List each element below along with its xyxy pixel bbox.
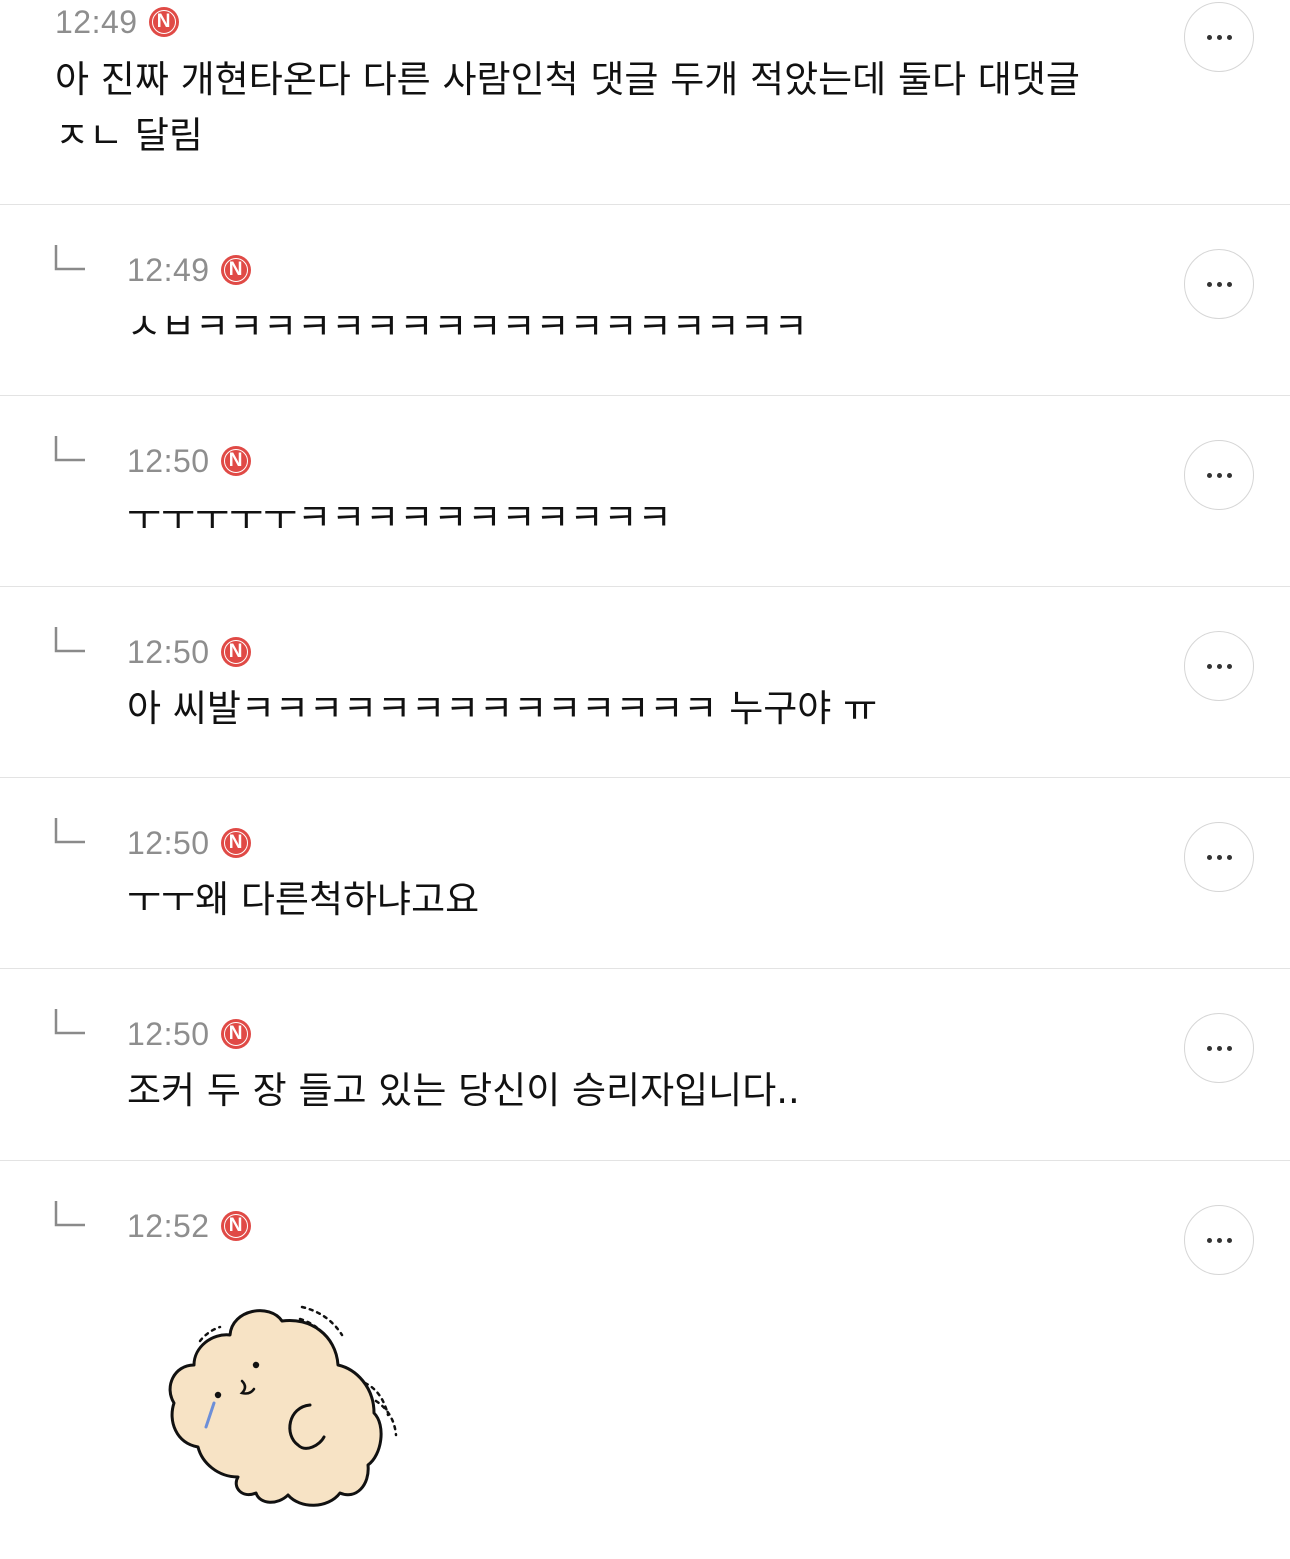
comment-text: 조커 두 장 들고 있는 당신이 승리자입니다.. (127, 1069, 800, 1112)
reply-item: 12:50 N ㅜㅜ왜 다른척하냐고요 (0, 778, 1290, 969)
reply-item: 12:50 N 조커 두 장 들고 있는 당신이 승리자입니다.. (0, 969, 1290, 1161)
comment-meta: 12:49 N (55, 4, 179, 40)
comment-meta: 12:52 N (127, 1208, 251, 1244)
reply-arrow-icon (54, 1009, 85, 1035)
new-badge-icon: N (220, 828, 251, 858)
comment-meta: 12:50 N (127, 634, 251, 670)
new-badge-icon: N (220, 637, 251, 667)
new-badge-icon: N (148, 7, 179, 37)
comment-text: ㅜㅜㅜㅜㅜㅋㅋㅋㅋㅋㅋㅋㅋㅋㅋㅋ (127, 496, 672, 539)
comment-time: 12:50 (127, 442, 210, 479)
new-badge-icon: N (220, 255, 251, 285)
more-options-button[interactable] (1184, 1013, 1254, 1083)
more-options-icon (1206, 34, 1212, 40)
comment-time: 12:52 (127, 1207, 210, 1244)
more-options-icon (1206, 663, 1212, 669)
comment-item: 12:49 N 아 진짜 개현타온다 다른 사람인척 댓글 두개 적았는데 둘다… (0, 0, 1290, 205)
comment-time: 12:49 (127, 251, 210, 288)
more-options-icon (1206, 854, 1212, 860)
reply-arrow-icon (54, 1201, 85, 1227)
reply-arrow-icon (54, 627, 85, 653)
reply-arrow-icon (54, 436, 85, 462)
comment-time: 12:50 (127, 824, 210, 861)
more-options-button[interactable] (1184, 1205, 1254, 1275)
more-options-icon-dot (1226, 1045, 1232, 1051)
comment-time: 12:49 (55, 3, 138, 40)
reply-item: 12:50 N ㅜㅜㅜㅜㅜㅋㅋㅋㅋㅋㅋㅋㅋㅋㅋㅋ (0, 396, 1290, 587)
comment-time: 12:50 (127, 633, 210, 670)
more-options-icon-dot (1226, 854, 1232, 860)
comment-time: 12:50 (127, 1015, 210, 1052)
new-badge-icon: N (220, 446, 251, 476)
more-options-icon-dot (1226, 663, 1232, 669)
comment-meta: 12:50 N (127, 825, 251, 861)
more-options-button[interactable] (1184, 2, 1254, 72)
more-options-icon (1206, 1237, 1212, 1243)
reply-item: 12:49 N ㅅㅂㅋㅋㅋㅋㅋㅋㅋㅋㅋㅋㅋㅋㅋㅋㅋㅋㅋㅋ (0, 205, 1290, 396)
new-badge-icon: N (220, 1019, 251, 1049)
comment-meta: 12:50 N (127, 1016, 251, 1052)
more-options-button[interactable] (1184, 440, 1254, 510)
more-options-icon (1206, 472, 1212, 478)
more-options-icon-dot (1216, 663, 1222, 669)
more-options-icon (1206, 281, 1212, 287)
more-options-icon-dot (1216, 1045, 1222, 1051)
crying-bear-sticker[interactable] (160, 1295, 410, 1515)
more-options-button[interactable] (1184, 631, 1254, 701)
more-options-icon-dot (1216, 281, 1222, 287)
more-options-icon-dot (1226, 472, 1232, 478)
reply-arrow-icon (54, 818, 85, 844)
comment-text: ㅜㅜ왜 다른척하냐고요 (127, 878, 480, 921)
more-options-button[interactable] (1184, 249, 1254, 319)
more-options-icon-dot (1226, 34, 1232, 40)
comment-meta: 12:50 N (127, 443, 251, 479)
comment-text: 아 씨발ㅋㅋㅋㅋㅋㅋㅋㅋㅋㅋㅋㅋㅋㅋ 누구야 ㅠ (127, 687, 878, 730)
more-options-button[interactable] (1184, 822, 1254, 892)
more-options-icon (1206, 1045, 1212, 1051)
more-options-icon-dot (1226, 1237, 1232, 1243)
comment-text: ㅅㅂㅋㅋㅋㅋㅋㅋㅋㅋㅋㅋㅋㅋㅋㅋㅋㅋㅋㅋ (127, 305, 808, 348)
reply-arrow-icon (54, 245, 85, 271)
more-options-icon-dot (1216, 1237, 1222, 1243)
more-options-icon-dot (1226, 281, 1232, 287)
more-options-icon-dot (1216, 854, 1222, 860)
comment-meta: 12:49 N (127, 252, 251, 288)
reply-item: 12:50 N 아 씨발ㅋㅋㅋㅋㅋㅋㅋㅋㅋㅋㅋㅋㅋㅋ 누구야 ㅠ (0, 587, 1290, 778)
more-options-icon-dot (1216, 472, 1222, 478)
comment-text: 아 진짜 개현타온다 다른 사람인척 댓글 두개 적았는데 둘다 대댓글 ㅈㄴ … (55, 58, 1092, 157)
more-options-icon-dot (1216, 34, 1222, 40)
new-badge-icon: N (220, 1211, 251, 1241)
